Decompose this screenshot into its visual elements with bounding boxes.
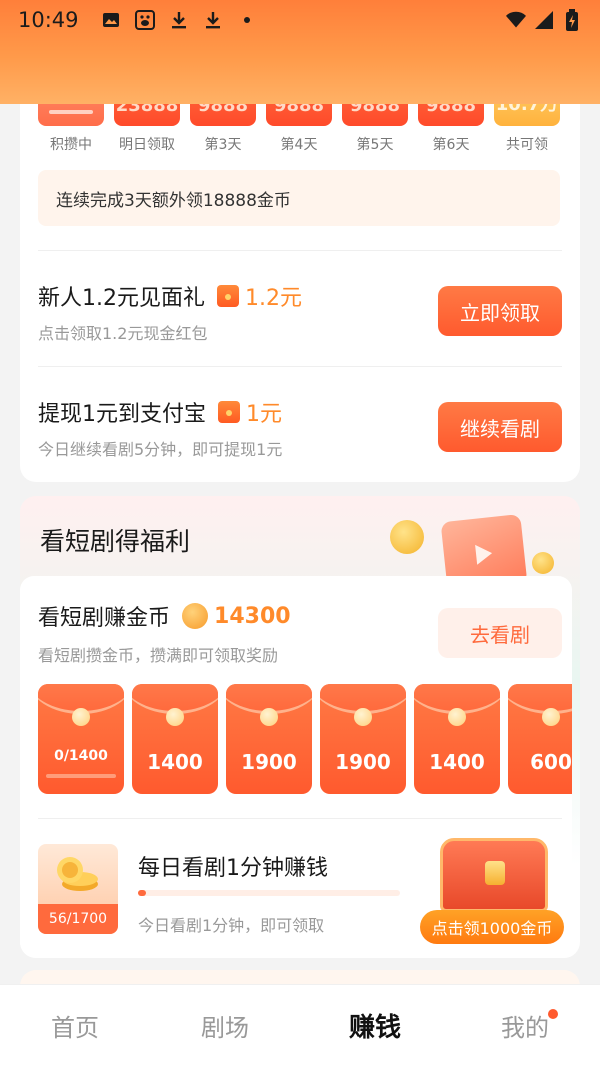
envelope-amount: 1400 <box>147 750 203 774</box>
bottom-nav: 首页 剧场 赚钱 我的 <box>0 984 600 1066</box>
continue-watching-button[interactable]: 继续看剧 <box>438 402 562 452</box>
nav-item-earn[interactable]: 赚钱 <box>300 985 450 1066</box>
coin-stack-icon <box>57 857 98 891</box>
task-subtitle: 点击领取1.2元现金红包 <box>38 324 208 343</box>
coin-title-text: 看短剧赚金币 <box>38 606 171 631</box>
go-watch-button[interactable]: 去看剧 <box>438 608 562 658</box>
task-title-text: 提现1元到支付宝 <box>38 402 206 427</box>
checkin-day-label: 明日领取 <box>119 137 175 153</box>
checkin-notice: 连续完成3天额外领18888金币 <box>38 170 560 226</box>
status-time: 10:49 <box>18 8 79 32</box>
drama-card: 看短剧得福利 看短剧赚金币 14300 看短剧攒金币，攒满即可领取奖励 去看剧 … <box>20 496 580 958</box>
nav-item-home[interactable]: 首页 <box>0 985 150 1066</box>
gallery-icon <box>101 10 121 30</box>
divider <box>38 366 562 367</box>
envelope-amount: 1400 <box>429 750 485 774</box>
task-reward: 1.2元 <box>245 286 302 311</box>
seal-icon <box>166 708 184 726</box>
signal-icon <box>534 10 554 30</box>
notification-dot <box>548 1009 558 1019</box>
top-header: 10:49 <box>0 0 600 104</box>
checkin-day-label: 第3天 <box>204 137 242 153</box>
daily-coin-box[interactable]: 56/1700 <box>38 844 118 934</box>
checkin-day-label: 第5天 <box>356 137 394 153</box>
red-envelope-icon <box>217 285 239 307</box>
red-envelope[interactable]: 1400 <box>132 684 218 794</box>
red-envelope[interactable]: 1900 <box>226 684 312 794</box>
status-bar: 10:49 <box>0 0 600 40</box>
nav-item-label: 我的 <box>501 1014 549 1042</box>
claim-now-button[interactable]: 立即领取 <box>438 286 562 336</box>
coin-panel: 看短剧赚金币 14300 看短剧攒金币，攒满即可领取奖励 去看剧 0/1400 … <box>20 576 572 958</box>
seal-icon <box>448 708 466 726</box>
task-title-text: 新人1.2元见面礼 <box>38 286 205 311</box>
seal-icon <box>260 708 278 726</box>
download-icon <box>203 10 223 30</box>
envelope-amount: 0/1400 <box>54 748 108 764</box>
coin-value: 14300 <box>214 603 291 629</box>
red-envelope[interactable]: 1400 <box>414 684 500 794</box>
red-envelope[interactable]: 0/1400 <box>38 684 124 794</box>
task-title: 新人1.2元见面礼 1.2元 <box>38 280 302 312</box>
red-envelope[interactable]: 1900 <box>320 684 406 794</box>
coin-title: 看短剧赚金币 14300 <box>38 600 291 632</box>
coin-subtitle: 看短剧攒金币，攒满即可领取奖励 <box>38 646 279 665</box>
daily-subtitle: 今日看剧1分钟，即可领取 <box>138 916 325 935</box>
envelope-list: 0/1400 1400 1900 1900 1400 600 <box>38 684 572 796</box>
checkin-day-label: 第4天 <box>280 137 318 153</box>
red-envelope[interactable]: 600 <box>508 684 572 794</box>
task-reward: 1元 <box>246 402 282 427</box>
coin-decoration-icon <box>532 552 554 574</box>
battery-icon <box>562 9 582 31</box>
seal-icon <box>542 708 560 726</box>
download-icon <box>169 10 189 30</box>
daily-progress-bar <box>138 890 400 896</box>
dot-icon <box>237 10 257 30</box>
task-row-withdraw: 提现1元到支付宝 1元 今日继续看剧5分钟，即可提现1元 继续看剧 <box>38 370 562 470</box>
envelope-amount: 1900 <box>335 750 391 774</box>
baidu-icon <box>134 10 155 30</box>
seal-icon <box>354 708 372 726</box>
checkin-day-label: 第6天 <box>432 137 470 153</box>
gold-coin-icon <box>182 603 209 629</box>
task-title: 提现1元到支付宝 1元 <box>38 396 282 428</box>
nav-item-mine[interactable]: 我的 <box>450 985 600 1066</box>
checkin-day-label: 积攒中 <box>50 137 92 153</box>
task-subtitle: 今日继续看剧5分钟，即可提现1元 <box>38 440 283 459</box>
drama-section-title: 看短剧得福利 <box>40 527 191 556</box>
daily-progress-fill <box>138 890 146 896</box>
treasure-chest-icon[interactable] <box>440 838 548 912</box>
checkin-day-label: 共可领 <box>506 137 548 153</box>
red-envelope-icon <box>218 401 240 423</box>
envelope-amount: 600 <box>530 750 572 774</box>
envelope-amount: 1900 <box>241 750 297 774</box>
daily-count: 56/1700 <box>38 904 118 934</box>
daily-title: 每日看剧1分钟赚钱 <box>138 856 328 881</box>
seal-icon <box>72 708 90 726</box>
nav-item-theater[interactable]: 剧场 <box>150 985 300 1066</box>
divider <box>38 818 562 819</box>
divider <box>38 250 562 251</box>
checkin-card: 积攒中 23888 明日领取 9888 第3天 9888 第4天 9888 第5… <box>20 60 580 482</box>
envelope-progress <box>46 774 116 778</box>
task-row-newbie: 新人1.2元见面礼 1.2元 点击领取1.2元现金红包 立即领取 <box>38 254 562 354</box>
claim-coins-button[interactable]: 点击领1000金币 <box>420 910 564 944</box>
wifi-icon <box>506 10 526 30</box>
coin-decoration-icon <box>390 520 424 554</box>
